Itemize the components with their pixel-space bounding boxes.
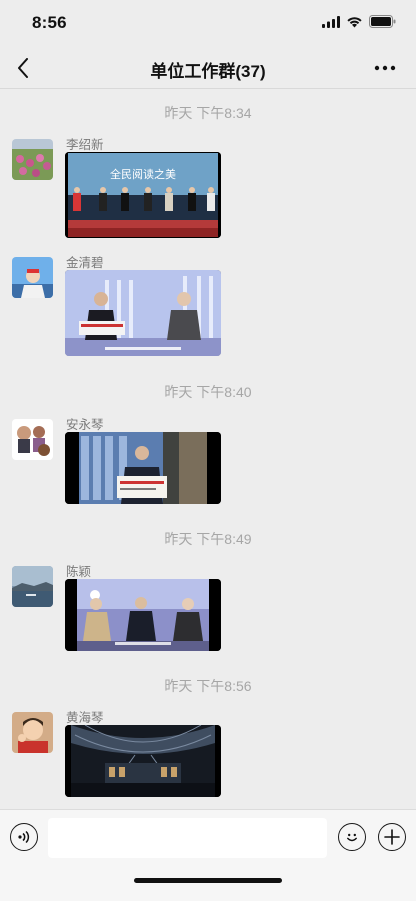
family-photo-avatar	[12, 419, 53, 460]
timestamp: 昨天 下午8:40	[164, 384, 252, 400]
sender-avatar[interactable]	[12, 419, 53, 460]
sender-name: 金清碧	[66, 256, 104, 270]
sender-avatar[interactable]	[12, 566, 53, 607]
lake-landscape-avatar	[12, 566, 53, 607]
video-message[interactable]	[65, 725, 221, 797]
battery-icon	[369, 15, 396, 28]
video-caption: 全民阅读之美	[110, 167, 176, 181]
timestamp: 昨天 下午8:49	[164, 531, 252, 547]
timestamp: 昨天 下午8:56	[164, 678, 252, 694]
video-message[interactable]	[65, 579, 221, 651]
more-button[interactable]	[370, 54, 400, 82]
sender-avatar[interactable]	[12, 139, 53, 180]
more-dots-icon	[374, 65, 396, 71]
flower-field-avatar	[12, 139, 53, 180]
emoji-button[interactable]	[338, 823, 366, 851]
input-bar	[0, 809, 416, 901]
sender-avatar[interactable]	[12, 257, 53, 298]
wifi-icon	[347, 16, 362, 27]
more-functions-button[interactable]	[378, 823, 406, 851]
video-message[interactable]	[65, 270, 221, 356]
video-message[interactable]	[65, 432, 221, 504]
signal-icon	[322, 15, 340, 28]
voice-icon	[18, 830, 30, 844]
status-bar: 8:56	[0, 0, 416, 48]
timestamp: 昨天 下午8:34	[164, 105, 252, 121]
emoji-icon	[347, 833, 357, 842]
sender-name: 黄海琴	[66, 711, 104, 725]
chat-header: 单位工作群(37)	[0, 48, 416, 89]
sender-name: 安永琴	[66, 418, 104, 432]
plus-icon	[384, 829, 400, 845]
sender-name: 陈颖	[66, 565, 92, 579]
message-input[interactable]	[48, 818, 327, 858]
status-icons	[322, 15, 396, 28]
voice-button[interactable]	[10, 823, 38, 851]
message-list[interactable]: 昨天 下午8:34 李绍新 全民阅读之美 金清碧 昨天 下午8:40 安永琴 昨…	[0, 89, 416, 809]
sender-avatar[interactable]	[12, 712, 53, 753]
home-indicator[interactable]	[134, 878, 282, 883]
child-portrait-avatar	[12, 712, 53, 753]
video-message[interactable]: 全民阅读之美	[65, 152, 221, 238]
chat-title: 单位工作群(37)	[150, 62, 266, 81]
status-time: 8:56	[32, 13, 67, 32]
person-outdoor-avatar	[12, 257, 53, 298]
sender-name: 李绍新	[66, 138, 104, 152]
